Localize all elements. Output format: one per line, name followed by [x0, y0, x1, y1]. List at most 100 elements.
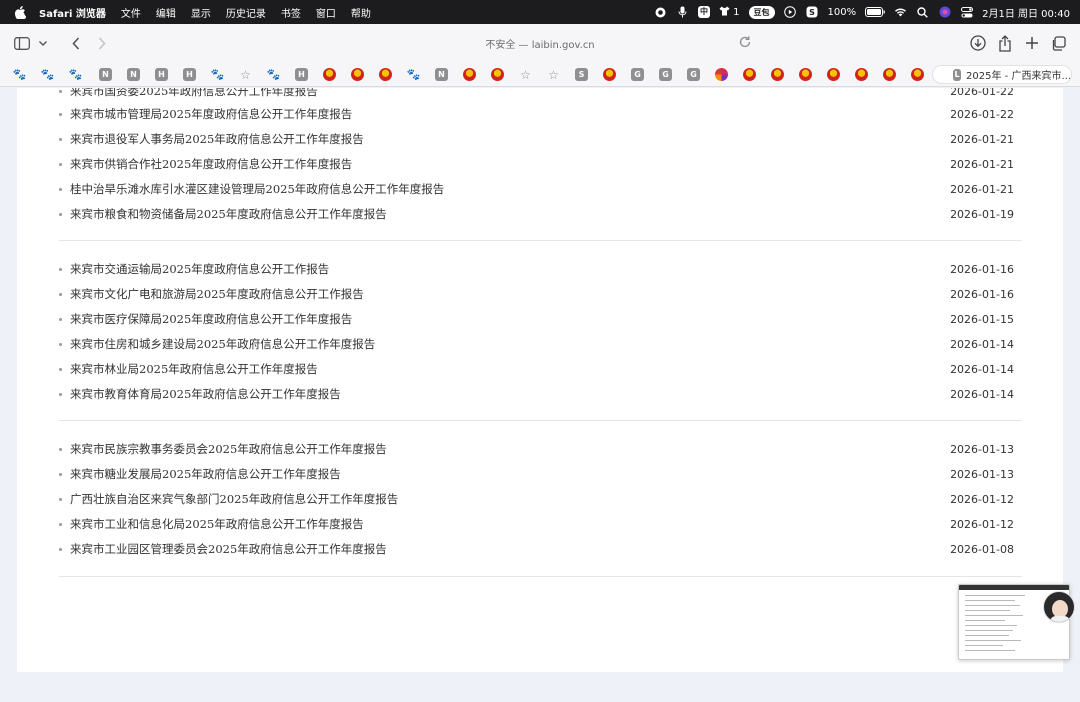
menu-edit[interactable]: 编辑 — [156, 5, 176, 20]
national-emblem-icon[interactable] — [603, 68, 616, 81]
list-item[interactable]: 来宾市交通运输局2025年度政府信息公开工作报告 2026-01-16 — [59, 258, 1014, 280]
baidu-paw-icon[interactable]: 🐾 — [13, 68, 27, 81]
chevron-down-icon[interactable] — [33, 33, 53, 53]
download-icon[interactable] — [968, 33, 988, 53]
menu-bookmarks[interactable]: 书签 — [281, 5, 301, 20]
bookmark-n-icon[interactable]: N — [99, 68, 112, 81]
shirt-status[interactable]: 1 — [719, 6, 740, 18]
battery-icon[interactable] — [865, 6, 885, 19]
star-bookmark-icon[interactable]: ☆ — [239, 68, 252, 82]
siri-icon[interactable] — [938, 6, 951, 19]
baidu-paw-icon[interactable]: 🐾 — [267, 68, 281, 81]
report-title[interactable]: 来宾市医疗保障局2025年度政府信息公开工作年度报告 — [70, 311, 950, 327]
menu-view[interactable]: 显示 — [191, 5, 211, 20]
bookmark-g-icon[interactable]: G — [687, 68, 700, 81]
list-item[interactable]: 来宾市住房和城乡建设局2025年政府信息公开工作年度报告 2026-01-14 — [59, 333, 1014, 355]
national-emblem-icon[interactable] — [491, 68, 504, 81]
forward-button[interactable] — [92, 33, 112, 53]
bookmark-n-icon[interactable]: N — [435, 68, 448, 81]
report-title[interactable]: 来宾市退役军人事务局2025年政府信息公开工作年度报告 — [70, 131, 950, 147]
input-method-indicator[interactable]: 中 — [697, 6, 710, 18]
control-center-icon[interactable] — [960, 6, 973, 19]
list-item[interactable]: 来宾市国资委2025年政府信息公开工作年度报告 2026-01-22 — [59, 88, 1014, 102]
list-item[interactable]: 来宾市粮食和物资储备局2025年度政府信息公开工作年度报告 2026-01-19 — [59, 203, 1014, 225]
sidebar-toggle-icon[interactable] — [12, 33, 32, 53]
bookmark-s-icon[interactable]: S — [575, 68, 588, 81]
report-title[interactable]: 桂中治旱乐滩水库引水灌区建设管理局2025年政府信息公开工作年度报告 — [70, 181, 950, 197]
national-emblem-icon[interactable] — [827, 68, 840, 81]
bookmark-h-icon[interactable]: H — [155, 68, 168, 81]
report-title[interactable]: 来宾市工业园区管理委员会2025年政府信息公开工作年度报告 — [70, 541, 950, 557]
bookmark-g-icon[interactable]: G — [631, 68, 644, 81]
clock-datetime[interactable]: 2月1日 周日 00:40 — [982, 5, 1070, 20]
reload-icon[interactable] — [738, 35, 754, 51]
report-title[interactable]: 来宾市城市管理局2025年度政府信息公开工作年度报告 — [70, 106, 950, 122]
report-title[interactable]: 来宾市国资委2025年政府信息公开工作年度报告 — [70, 88, 950, 99]
record-icon[interactable] — [654, 6, 667, 19]
active-tab[interactable]: L 2025年 - 广西来宾市... — [932, 65, 1072, 84]
list-item[interactable]: 来宾市教育体育局2025年政府信息公开工作年度报告 2026-01-14 — [59, 383, 1014, 405]
list-item[interactable]: 来宾市城市管理局2025年度政府信息公开工作年度报告 2026-01-22 — [59, 103, 1014, 125]
microphone-icon[interactable] — [676, 6, 689, 19]
list-item[interactable]: 桂中治旱乐滩水库引水灌区建设管理局2025年政府信息公开工作年度报告 2026-… — [59, 178, 1014, 200]
report-title[interactable]: 来宾市民族宗教事务委员会2025年政府信息公开工作年度报告 — [70, 441, 950, 457]
report-title[interactable]: 来宾市交通运输局2025年度政府信息公开工作报告 — [70, 261, 950, 277]
bookmark-h-icon[interactable]: H — [183, 68, 196, 81]
baidu-paw-icon[interactable]: 🐾 — [41, 68, 55, 81]
apple-logo-icon[interactable] — [13, 5, 27, 19]
bookmark-n-icon[interactable]: N — [127, 68, 140, 81]
national-emblem-icon[interactable] — [463, 68, 476, 81]
list-item[interactable]: 来宾市林业局2025年政府信息公开工作年度报告 2026-01-14 — [59, 358, 1014, 380]
report-title[interactable]: 来宾市文化广电和旅游局2025年度政府信息公开工作报告 — [70, 286, 950, 302]
tab-overview-icon[interactable] — [1048, 33, 1068, 53]
list-item[interactable]: 来宾市医疗保障局2025年度政府信息公开工作年度报告 2026-01-15 — [59, 308, 1014, 330]
list-item[interactable]: 来宾市退役军人事务局2025年政府信息公开工作年度报告 2026-01-21 — [59, 128, 1014, 150]
list-item[interactable]: 来宾市工业和信息化局2025年政府信息公开工作年度报告 2026-01-12 — [59, 513, 1014, 535]
report-title[interactable]: 来宾市供销合作社2025年度政府信息公开工作年度报告 — [70, 156, 950, 172]
address-bar[interactable]: 不安全 — laibin.gov.cn — [322, 31, 758, 55]
menu-help[interactable]: 帮助 — [351, 5, 371, 20]
star-bookmark-icon[interactable]: ☆ — [519, 68, 532, 82]
app-s-icon[interactable]: S — [806, 6, 819, 19]
wifi-icon[interactable] — [894, 6, 907, 19]
menu-history[interactable]: 历史记录 — [226, 5, 266, 20]
national-emblem-icon[interactable] — [911, 68, 924, 81]
list-item[interactable]: 来宾市供销合作社2025年度政府信息公开工作年度报告 2026-01-21 — [59, 153, 1014, 175]
report-title[interactable]: 广西壮族自治区来宾气象部门2025年政府信息公开工作年度报告 — [70, 491, 950, 507]
share-icon[interactable] — [995, 33, 1015, 53]
menu-file[interactable]: 文件 — [121, 5, 141, 20]
list-item[interactable]: 来宾市工业园区管理委员会2025年政府信息公开工作年度报告 2026-01-08 — [59, 538, 1014, 560]
baidu-paw-icon[interactable]: 🐾 — [211, 68, 225, 81]
back-button[interactable] — [66, 33, 86, 53]
report-title[interactable]: 来宾市工业和信息化局2025年政府信息公开工作年度报告 — [70, 516, 950, 532]
star-bookmark-icon[interactable]: ☆ — [547, 68, 560, 82]
bookmark-h-icon[interactable]: H — [295, 68, 308, 81]
menu-window[interactable]: 窗口 — [316, 5, 336, 20]
report-title[interactable]: 来宾市教育体育局2025年政府信息公开工作年度报告 — [70, 386, 950, 402]
search-icon[interactable] — [916, 6, 929, 19]
report-title[interactable]: 来宾市住房和城乡建设局2025年政府信息公开工作年度报告 — [70, 336, 950, 352]
assistant-avatar[interactable] — [1043, 591, 1075, 623]
doubao-indicator[interactable]: 豆包 — [748, 5, 775, 19]
list-item[interactable]: 来宾市民族宗教事务委员会2025年政府信息公开工作年度报告 2026-01-13 — [59, 438, 1014, 460]
baidu-paw-icon[interactable]: 🐾 — [407, 68, 421, 81]
list-item[interactable]: 来宾市糖业发展局2025年政府信息公开工作年度报告 2026-01-13 — [59, 463, 1014, 485]
bookmark-g-icon[interactable]: G — [659, 68, 672, 81]
new-tab-icon[interactable] — [1022, 33, 1042, 53]
play-icon[interactable] — [784, 6, 797, 19]
list-item[interactable]: 来宾市文化广电和旅游局2025年度政府信息公开工作报告 2026-01-16 — [59, 283, 1014, 305]
report-title[interactable]: 来宾市糖业发展局2025年政府信息公开工作年度报告 — [70, 466, 950, 482]
national-emblem-icon[interactable] — [771, 68, 784, 81]
national-emblem-icon[interactable] — [799, 68, 812, 81]
report-title[interactable]: 来宾市林业局2025年政府信息公开工作年度报告 — [70, 361, 950, 377]
colorful-logo-icon[interactable] — [715, 68, 728, 81]
national-emblem-icon[interactable] — [351, 68, 364, 81]
national-emblem-icon[interactable] — [855, 68, 868, 81]
menu-app-name[interactable]: Safari 浏览器 — [39, 5, 106, 20]
baidu-paw-icon[interactable]: 🐾 — [69, 68, 83, 81]
national-emblem-icon[interactable] — [743, 68, 756, 81]
list-item[interactable]: 广西壮族自治区来宾气象部门2025年政府信息公开工作年度报告 2026-01-1… — [59, 488, 1014, 510]
national-emblem-icon[interactable] — [883, 68, 896, 81]
report-title[interactable]: 来宾市粮食和物资储备局2025年度政府信息公开工作年度报告 — [70, 206, 950, 222]
national-emblem-icon[interactable] — [379, 68, 392, 81]
